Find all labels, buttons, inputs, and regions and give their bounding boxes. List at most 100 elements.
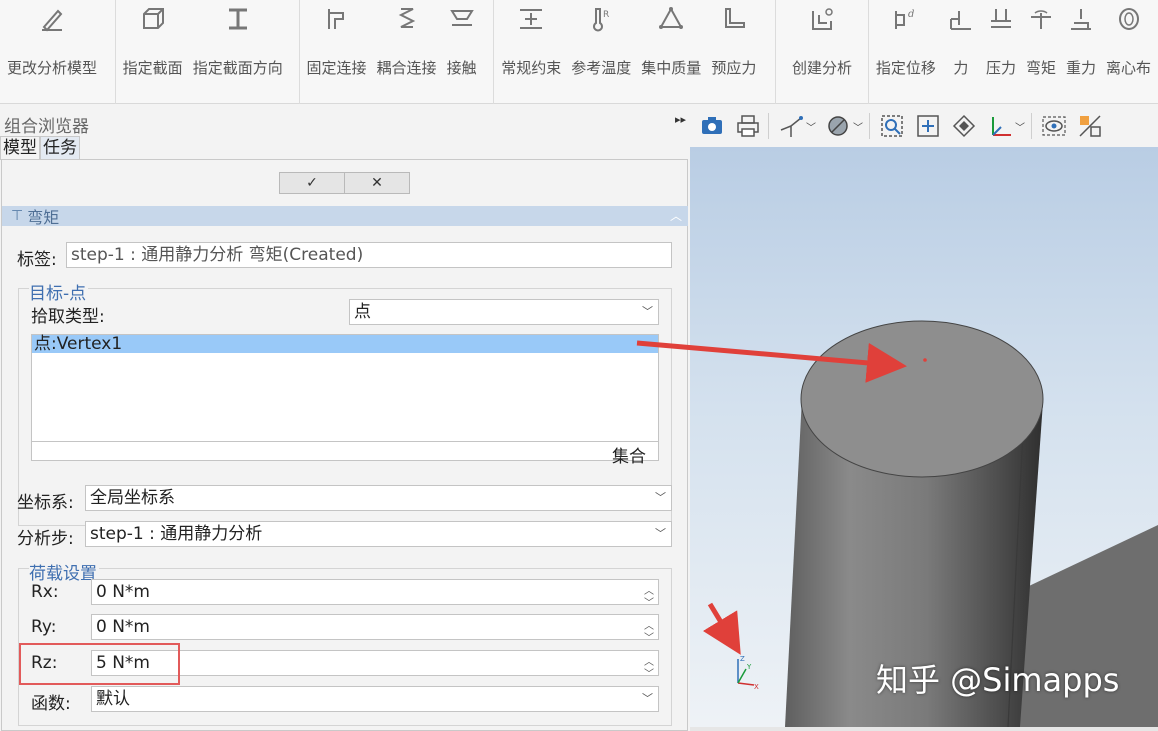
coord-system-select[interactable]: 全局坐标系 ﹀ [85,485,672,511]
coupling-button[interactable]: 耦合连接 [372,0,442,104]
target-group-title: 目标-点 [29,279,89,304]
camera-icon[interactable] [698,112,726,140]
ok-cancel-group: ✓ ✕ [279,172,410,194]
constraint-icon [516,4,546,34]
step-select[interactable]: step-1 : 通用静力分析 ﹀ [85,521,672,547]
rz-highlight-box [19,643,180,685]
centrifugal-button[interactable]: 离心布 [1101,0,1156,104]
list-item[interactable]: 点:Vertex1 [32,335,658,353]
fixed-connection-label: 固定连接 [306,59,367,77]
assign-section-button[interactable]: 指定截面 [118,0,188,104]
print-icon[interactable] [734,112,762,140]
reference-temperature-button[interactable]: R 参考温度 [566,0,636,104]
fit-all-icon[interactable] [914,112,942,140]
section-icon [138,4,168,34]
force-button[interactable]: 力 [941,0,981,104]
collapse-icon[interactable]: ︿ [670,207,682,224]
axis-cross-icon[interactable] [986,112,1014,140]
fixed-connection-button[interactable]: 固定连接 [302,0,372,104]
coord-system-value: 全局坐标系 [90,488,175,508]
section-orientation-icon [223,4,253,34]
chevron-down-icon[interactable]: ﹀ [806,119,816,134]
section-view-icon[interactable] [1076,112,1104,140]
chevron-down-icon[interactable]: ﹀ [1015,119,1025,134]
point-mass-label: 集中质量 [641,59,702,77]
ribbon-group-connection: 固定连接 耦合连接 接触 [300,0,495,104]
thermometer-icon: R [586,4,616,34]
chevron-down-icon[interactable]: ﹀ [853,119,863,134]
load-group-title: 荷载设置 [29,559,99,584]
step-caption: 分析步: [17,529,74,549]
prestress-button[interactable]: 预应力 [706,0,761,104]
cancel-button[interactable]: ✕ [344,173,409,193]
list-footer: 集合 [32,441,658,467]
fixed-connection-icon [322,4,352,34]
rx-caption: Rx: [31,582,59,602]
panel-title: 组合浏览器 [4,117,89,137]
target-list[interactable]: 点:Vertex1 集合 [31,334,659,467]
combo-browser-panel: 组合浏览器 ▸▸ 模型 任务 ✓ ✕ ⊤ 弯矩 ︿ 标签: step-1 : 通… [0,105,688,731]
contact-icon [447,4,477,34]
svg-text:d: d [908,9,914,20]
axis-y-label: Y [746,663,752,671]
panel-expand-icon[interactable]: ▸▸ [675,113,686,126]
moment-section-header[interactable]: ⊤ 弯矩 ︿ [2,206,688,227]
zoom-box-icon[interactable] [878,112,906,140]
gravity-button[interactable]: 重力 [1061,0,1101,104]
pressure-button[interactable]: 压力 [981,0,1021,104]
cylinder-top-face [800,320,1044,478]
coord-system-caption: 坐标系: [17,493,74,513]
ribbon-group-analysis: 创建分析 [776,0,869,104]
contact-button[interactable]: 接触 [442,0,482,104]
force-label: 力 [953,59,969,77]
force-icon [946,4,976,34]
isometric-icon[interactable] [950,112,978,140]
viewport-toolbar: ﹀ ﹀ ﹀ [690,105,1158,147]
section-orientation-button[interactable]: 指定截面方向 [188,0,288,104]
set-column-label: 集合 [612,447,646,467]
displacement-label: 指定位移 [875,59,936,77]
rx-field[interactable]: 0 N*m ︿ ﹀ [91,579,659,609]
ribbon-group-model: 更改分析模型 [0,0,116,104]
selected-vertex[interactable] [923,358,927,362]
point-mass-button[interactable]: 集中质量 [636,0,706,104]
displacement-button[interactable]: d 指定位移 [871,0,941,104]
spin-down-icon[interactable]: ﹀ [644,592,654,616]
tab-model[interactable]: 模型 [0,136,40,160]
watermark: 知乎 @Simapps [876,661,1120,699]
pick-type-caption: 拾取类型: [31,307,105,327]
create-analysis-button[interactable]: 创建分析 [787,0,857,104]
3d-viewport[interactable]: Z Y X [690,147,1158,727]
axis-z-label: Z [740,655,745,663]
ribbon-group-constraint: 常规约束 R 参考温度 集中质量 预应力 [494,0,776,104]
moment-button[interactable]: 弯矩 [1021,0,1061,104]
contact-label: 接触 [446,59,477,77]
function-select[interactable]: 默认 ﹀ [91,686,659,712]
ry-caption: Ry: [31,617,57,637]
ok-button[interactable]: ✓ [280,173,344,193]
edit-model-icon [37,4,67,34]
constraint-button[interactable]: 常规约束 [496,0,566,104]
label-field[interactable]: step-1 : 通用静力分析 弯矩(Created) [66,242,672,268]
chevron-down-icon: ﹀ [655,527,666,540]
tab-task[interactable]: 任务 [40,136,80,160]
spin-down-icon[interactable]: ﹀ [644,663,654,687]
moment-icon [1026,4,1056,34]
ry-field[interactable]: 0 N*m ︿ ﹀ [91,614,659,644]
spin-down-icon[interactable]: ﹀ [644,627,654,651]
pick-type-select[interactable]: 点 ﹀ [349,299,659,325]
chevron-down-icon: ﹀ [642,692,653,705]
axis-view-icon[interactable] [777,112,805,140]
constraint-label: 常规约束 [501,59,562,77]
displacement-icon: d [891,4,921,34]
centrifugal-label: 离心布 [1105,59,1151,77]
function-caption: 函数: [31,694,71,714]
visibility-icon[interactable] [1040,112,1068,140]
pick-type-value: 点 [354,302,371,322]
edit-model-label: 更改分析模型 [7,59,98,77]
draw-style-icon[interactable] [824,112,852,140]
ribbon-group-loads: d 指定位移 力 压力 弯矩 重力 离心布 [869,0,1158,104]
section-title: 弯矩 [27,208,60,227]
edit-model-button[interactable]: 更改分析模型 [2,0,102,104]
viewport-bottom-tabs [690,727,1158,731]
